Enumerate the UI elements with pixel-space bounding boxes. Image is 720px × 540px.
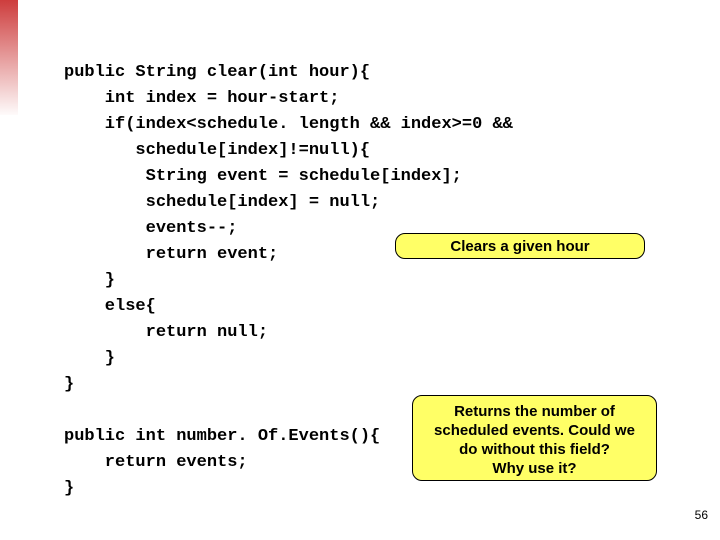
code-line: int index = hour-start; xyxy=(64,89,339,108)
callout-clears-hour: Clears a given hour xyxy=(395,233,645,259)
code-line: else{ xyxy=(64,297,156,316)
code-line: schedule[index] = null; xyxy=(64,193,380,212)
code-line: } xyxy=(64,271,115,290)
code-line: } xyxy=(64,375,74,394)
code-line: return events; xyxy=(64,453,248,472)
callout-text: Returns the number of scheduled events. … xyxy=(423,402,646,478)
code-line: events--; xyxy=(64,219,237,238)
page-number: 56 xyxy=(695,508,708,522)
code-line: if(index<schedule. length && index>=0 && xyxy=(64,115,513,134)
code-line: } xyxy=(64,349,115,368)
code-line: public int number. Of.Events(){ xyxy=(64,427,380,446)
callout-text: Clears a given hour xyxy=(450,238,589,255)
accent-bar xyxy=(0,0,18,115)
code-line: } xyxy=(64,479,74,498)
code-line: return event; xyxy=(64,245,278,264)
code-line: public String clear(int hour){ xyxy=(64,63,370,82)
code-line: schedule[index]!=null){ xyxy=(64,141,370,160)
code-line: String event = schedule[index]; xyxy=(64,167,462,186)
code-line: return null; xyxy=(64,323,268,342)
callout-number-of-events: Returns the number of scheduled events. … xyxy=(412,395,657,481)
